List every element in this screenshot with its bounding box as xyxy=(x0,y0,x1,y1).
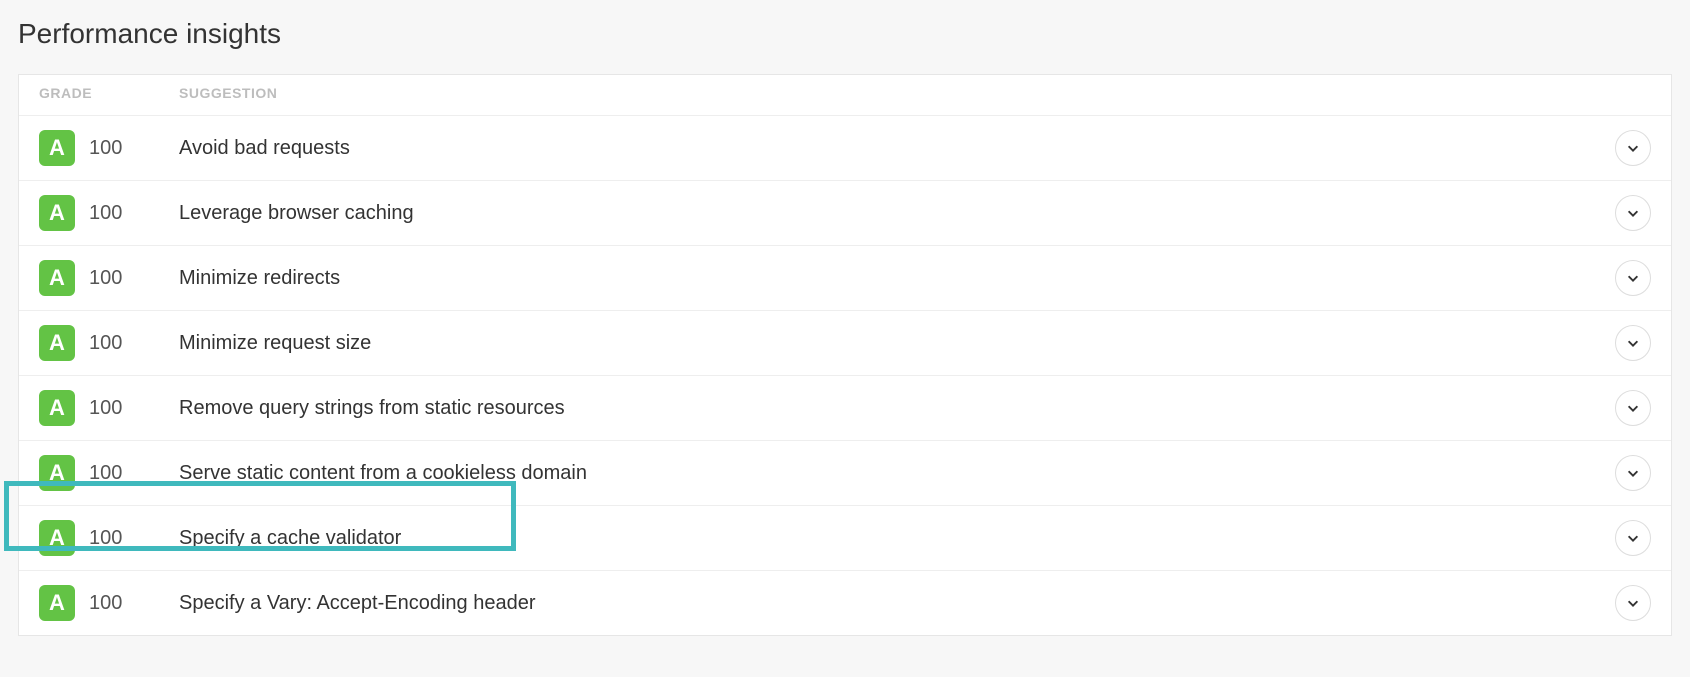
expand-button[interactable] xyxy=(1615,390,1651,426)
expand-button[interactable] xyxy=(1615,260,1651,296)
chevron-down-icon xyxy=(1626,271,1640,285)
grade-badge: A xyxy=(39,130,75,166)
chevron-down-icon xyxy=(1626,466,1640,480)
chevron-down-icon xyxy=(1626,206,1640,220)
table-row[interactable]: A 100 Remove query strings from static res… xyxy=(19,375,1671,440)
expand-button[interactable] xyxy=(1615,520,1651,556)
suggestion-text: Avoid bad requests xyxy=(179,137,1615,160)
grade-badge: A xyxy=(39,455,75,491)
suggestion-text: Minimize request size xyxy=(179,332,1615,355)
suggestion-text: Specify a Vary: Accept-Encoding header xyxy=(179,592,1615,615)
grade-cell: A 100 xyxy=(39,520,179,556)
grade-cell: A 100 xyxy=(39,260,179,296)
expand-button[interactable] xyxy=(1615,325,1651,361)
grade-badge: A xyxy=(39,585,75,621)
suggestion-text: Remove query strings from static resourc… xyxy=(179,397,1615,420)
expand-button[interactable] xyxy=(1615,585,1651,621)
page-title: Performance insights xyxy=(18,18,1672,50)
chevron-down-icon xyxy=(1626,336,1640,350)
score-value: 100 xyxy=(89,202,122,225)
grade-cell: A 100 xyxy=(39,195,179,231)
score-value: 100 xyxy=(89,267,122,290)
insights-panel: GRADE SUGGESTION A100Avoid bad requestsA… xyxy=(18,74,1672,636)
table-row[interactable]: A 100 Avoid bad requests xyxy=(19,115,1671,180)
table-row[interactable]: A 100 Specify a cache validator xyxy=(19,505,1671,570)
suggestion-text: Leverage browser caching xyxy=(179,202,1615,225)
table-row[interactable]: A 100 Minimize redirects xyxy=(19,245,1671,310)
table-row[interactable]: A 100 Specify a Vary: Accept-Encoding head… xyxy=(19,570,1671,635)
expand-button[interactable] xyxy=(1615,195,1651,231)
grade-badge: A xyxy=(39,325,75,361)
score-value: 100 xyxy=(89,527,122,550)
chevron-down-icon xyxy=(1626,531,1640,545)
score-value: 100 xyxy=(89,137,122,160)
suggestion-text: Specify a cache validator xyxy=(179,527,1615,550)
chevron-down-icon xyxy=(1626,596,1640,610)
suggestion-text: Minimize redirects xyxy=(179,267,1615,290)
grade-cell: A 100 xyxy=(39,455,179,491)
grade-badge: A xyxy=(39,260,75,296)
grade-cell: A 100 xyxy=(39,325,179,361)
grade-cell: A 100 xyxy=(39,585,179,621)
score-value: 100 xyxy=(89,462,122,485)
grade-cell: A 100 xyxy=(39,390,179,426)
expand-button[interactable] xyxy=(1615,455,1651,491)
expand-button[interactable] xyxy=(1615,130,1651,166)
grade-badge: A xyxy=(39,520,75,556)
table-row[interactable]: A 100 Serve static content from a cookiele… xyxy=(19,440,1671,505)
table-row[interactable]: A 100 Minimize request size xyxy=(19,310,1671,375)
grade-badge: A xyxy=(39,195,75,231)
grade-cell: A 100 xyxy=(39,130,179,166)
table-row[interactable]: A 100 Leverage browser caching xyxy=(19,180,1671,245)
grade-badge: A xyxy=(39,390,75,426)
score-value: 100 xyxy=(89,397,122,420)
suggestion-text: Serve static content from a cookieless d… xyxy=(179,462,1615,485)
table-header: GRADE SUGGESTION xyxy=(19,75,1671,115)
chevron-down-icon xyxy=(1626,401,1640,415)
header-grade: GRADE xyxy=(39,85,179,101)
header-suggestion: SUGGESTION xyxy=(179,85,1651,101)
score-value: 100 xyxy=(89,332,122,355)
chevron-down-icon xyxy=(1626,141,1640,155)
score-value: 100 xyxy=(89,592,122,615)
